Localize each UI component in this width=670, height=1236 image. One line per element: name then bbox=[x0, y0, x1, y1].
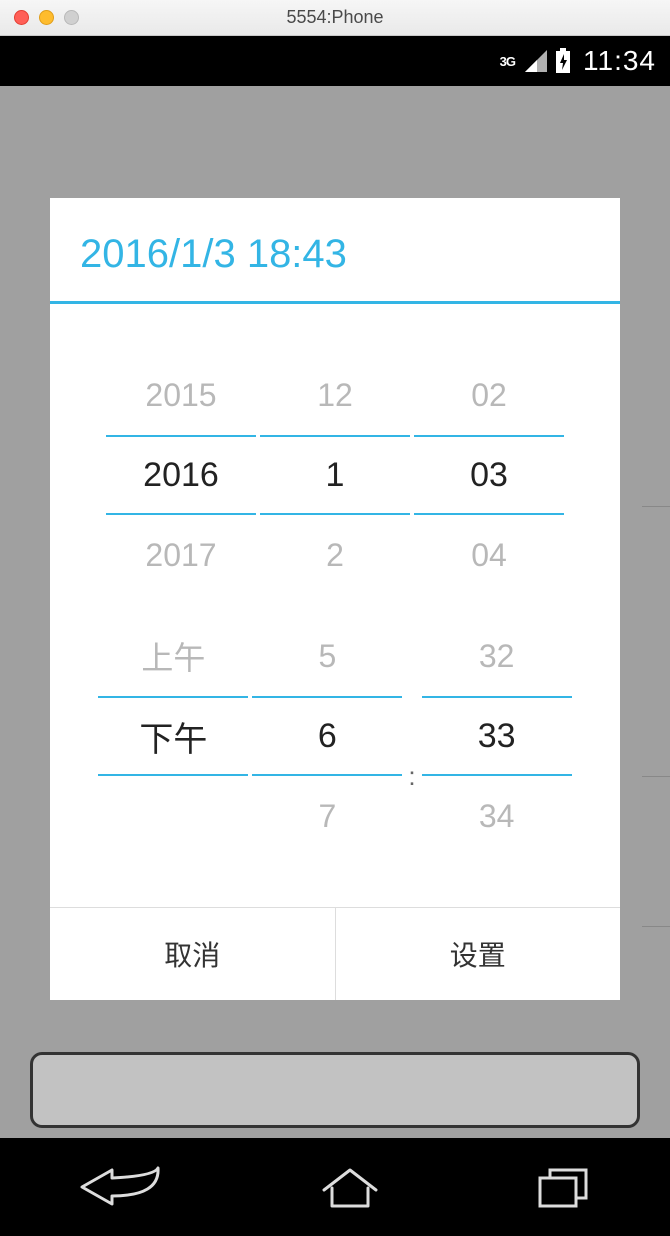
year-prev: 2015 bbox=[106, 355, 256, 435]
hour-prev: 5 bbox=[252, 616, 402, 696]
minute-wheel[interactable]: 32 33 34 bbox=[422, 616, 572, 856]
cancel-button[interactable]: 取消 bbox=[50, 908, 336, 1000]
hour-wheel[interactable]: 5 6 7 bbox=[252, 616, 402, 856]
time-colon: : bbox=[406, 736, 417, 816]
network-3g-label: 3G bbox=[500, 54, 515, 69]
year-value[interactable]: 2016 bbox=[106, 435, 256, 515]
month-value[interactable]: 1 bbox=[260, 435, 410, 515]
month-prev: 12 bbox=[260, 355, 410, 435]
time-picker-group: 上午 下午 5 6 7 : 32 33 34 bbox=[74, 616, 596, 856]
dialog-button-bar: 取消 设置 bbox=[50, 907, 620, 1000]
day-wheel[interactable]: 02 03 04 bbox=[414, 355, 564, 595]
device-frame: 3G 11:34 2016/1/3 18:43 2015 2016 2017 bbox=[0, 36, 670, 1236]
datetime-picker-dialog: 2016/1/3 18:43 2015 2016 2017 12 1 2 bbox=[50, 198, 620, 1000]
battery-charging-icon bbox=[555, 48, 571, 74]
day-next: 04 bbox=[414, 515, 564, 595]
android-nav-bar bbox=[0, 1138, 670, 1236]
minute-prev: 32 bbox=[422, 616, 572, 696]
ampm-wheel[interactable]: 上午 下午 bbox=[98, 616, 248, 856]
back-button[interactable] bbox=[76, 1166, 166, 1208]
month-wheel[interactable]: 12 1 2 bbox=[260, 355, 410, 595]
status-time: 11:34 bbox=[583, 45, 656, 77]
window-zoom-button[interactable] bbox=[64, 10, 79, 25]
ampm-value[interactable]: 下午 bbox=[98, 696, 248, 776]
ampm-next bbox=[98, 776, 248, 856]
android-status-bar: 3G 11:34 bbox=[0, 36, 670, 86]
hour-next: 7 bbox=[252, 776, 402, 856]
date-picker-group: 2015 2016 2017 12 1 2 02 03 04 bbox=[74, 355, 596, 595]
minute-next: 34 bbox=[422, 776, 572, 856]
window-close-button[interactable] bbox=[14, 10, 29, 25]
signal-icon bbox=[523, 50, 547, 72]
app-content-backdrop: 2016/1/3 18:43 2015 2016 2017 12 1 2 bbox=[0, 86, 670, 1138]
window-title: 5554:Phone bbox=[0, 7, 670, 28]
year-next: 2017 bbox=[106, 515, 256, 595]
year-wheel[interactable]: 2015 2016 2017 bbox=[106, 355, 256, 595]
set-button[interactable]: 设置 bbox=[336, 908, 621, 1000]
day-value[interactable]: 03 bbox=[414, 435, 564, 515]
home-button[interactable] bbox=[318, 1164, 382, 1210]
background-button bbox=[30, 1052, 640, 1128]
dialog-title: 2016/1/3 18:43 bbox=[50, 198, 620, 304]
month-next: 2 bbox=[260, 515, 410, 595]
hour-value[interactable]: 6 bbox=[252, 696, 402, 776]
window-minimize-button[interactable] bbox=[39, 10, 54, 25]
day-prev: 02 bbox=[414, 355, 564, 435]
ampm-prev: 上午 bbox=[98, 616, 248, 696]
window-titlebar: 5554:Phone bbox=[0, 0, 670, 36]
minute-value[interactable]: 33 bbox=[422, 696, 572, 776]
recents-button[interactable] bbox=[534, 1164, 594, 1210]
